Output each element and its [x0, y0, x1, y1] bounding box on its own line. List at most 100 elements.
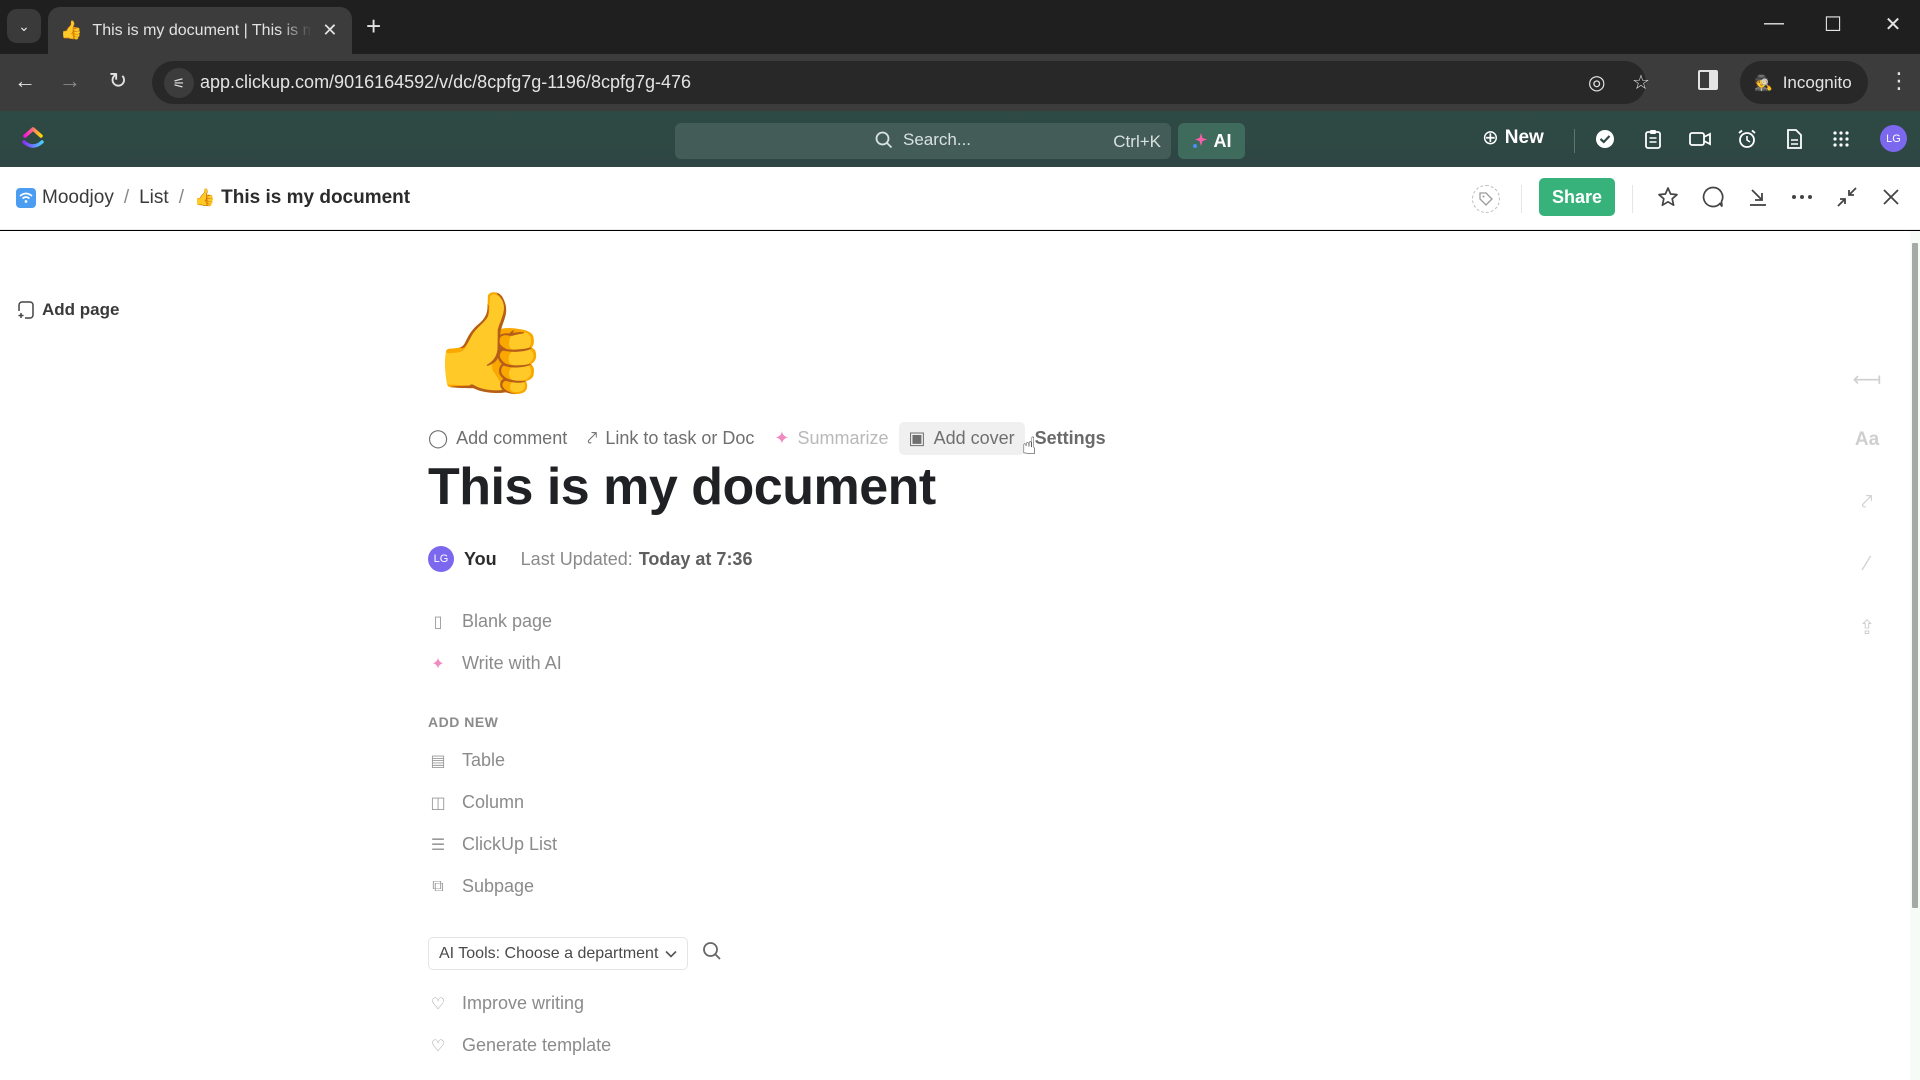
- table-icon: ▤: [430, 752, 446, 770]
- video-icon[interactable]: [1688, 127, 1712, 151]
- thumbs-up-icon: 👍: [193, 188, 216, 207]
- settings-button[interactable]: Settings: [1025, 422, 1116, 455]
- user-avatar[interactable]: LG: [1880, 125, 1907, 152]
- add-page-icon: [18, 301, 34, 319]
- browser-toolbar: ← → ↻ ⚟ app.clickup.com/9016164592/v/dc/…: [0, 54, 1920, 111]
- check-circle-icon[interactable]: [1593, 127, 1617, 151]
- more-options-icon[interactable]: [1787, 182, 1817, 212]
- clipboard-icon[interactable]: [1641, 127, 1665, 151]
- add-subpage-option[interactable]: ⧉ Subpage: [428, 876, 534, 897]
- breadcrumb-space[interactable]: Moodjoy: [42, 187, 114, 209]
- close-doc-icon[interactable]: [1876, 182, 1906, 212]
- window-close-icon[interactable]: ✕: [1873, 12, 1913, 37]
- incognito-icon: 🕵: [1754, 74, 1773, 92]
- global-search[interactable]: Search... Ctrl+K: [675, 123, 1171, 159]
- add-comment-label: Add comment: [456, 428, 568, 448]
- document-icon[interactable]: [1782, 127, 1806, 151]
- breadcrumb: Moodjoy / List / 👍 This is my document: [16, 187, 410, 209]
- divider: [1521, 185, 1522, 213]
- subpage-label: Subpage: [462, 876, 535, 896]
- search-shortcut: Ctrl+K: [1113, 132, 1161, 151]
- ai-button[interactable]: AI: [1178, 123, 1245, 159]
- scrollbar-thumb[interactable]: [1912, 243, 1918, 908]
- summarize-button[interactable]: ✦ Summarize: [764, 422, 898, 455]
- breadcrumb-current-doc[interactable]: This is my document: [221, 187, 410, 209]
- browser-tab[interactable]: 👍 This is my document | This is my docum…: [48, 7, 352, 54]
- lightbulb-icon: ♡: [430, 995, 446, 1013]
- export-icon[interactable]: ⇪: [1852, 615, 1882, 640]
- new-button[interactable]: ⊕ New: [1482, 125, 1544, 150]
- favorite-star-icon[interactable]: [1653, 182, 1683, 212]
- site-info-icon[interactable]: ⚟: [164, 68, 194, 98]
- write-with-ai-label: Write with AI: [462, 653, 562, 673]
- incognito-label: Incognito: [1782, 72, 1852, 92]
- back-icon[interactable]: ←: [10, 68, 40, 94]
- link-to-task-button[interactable]: ⤤ Link to task or Doc: [577, 422, 764, 455]
- reload-icon[interactable]: ↻: [103, 68, 133, 94]
- maximize-icon[interactable]: ☐: [1813, 12, 1853, 37]
- ai-tools-search-icon[interactable]: [702, 941, 722, 967]
- forward-icon[interactable]: →: [55, 68, 85, 94]
- doc-icon-thumbs-up[interactable]: 👍: [428, 287, 550, 397]
- doc-title[interactable]: This is my document: [428, 457, 936, 517]
- font-icon[interactable]: Aa: [1852, 429, 1882, 451]
- improve-writing-option[interactable]: ♡ Improve writing: [428, 993, 584, 1014]
- doc-actions-bar: ◯ Add comment ⤤ Link to task or Doc ✦ Su…: [428, 422, 1116, 455]
- author-avatar[interactable]: LG: [428, 546, 454, 572]
- sparkle-icon: ✦: [774, 428, 790, 448]
- doc-meta: LG You Last Updated: Today at 7:36: [428, 546, 752, 572]
- last-updated-value: Today at 7:36: [638, 548, 753, 569]
- ai-sparkle-icon: ✦: [431, 655, 445, 673]
- chevron-down-icon: [665, 950, 677, 958]
- close-tab-icon[interactable]: ✕: [322, 20, 337, 41]
- tab-list-button[interactable]: ⌄: [7, 9, 41, 43]
- clickup-list-label: ClickUp List: [462, 834, 558, 854]
- tag-button[interactable]: [1472, 185, 1500, 213]
- new-label: New: [1504, 126, 1544, 148]
- breadcrumb-list[interactable]: List: [139, 187, 169, 209]
- minimize-icon[interactable]: —: [1754, 12, 1794, 35]
- list-icon: ☰: [430, 836, 446, 854]
- link-icon[interactable]: ⤤: [1852, 491, 1882, 514]
- comment-icon: ◯: [428, 428, 449, 448]
- apps-grid-icon[interactable]: [1829, 127, 1853, 151]
- settings-label: Settings: [1034, 428, 1106, 448]
- minimize-view-icon[interactable]: [1832, 182, 1862, 212]
- share-button[interactable]: Share: [1539, 178, 1615, 216]
- new-tab-button[interactable]: +: [366, 12, 381, 40]
- comment-icon[interactable]: [1698, 182, 1728, 212]
- add-page-button[interactable]: Add page: [18, 300, 119, 320]
- add-page-label: Add page: [42, 300, 120, 319]
- address-bar[interactable]: ⚟ app.clickup.com/9016164592/v/dc/8cpfg7…: [152, 61, 1650, 104]
- author-name: You: [464, 548, 497, 569]
- collapse-icon[interactable]: ⟻: [1852, 367, 1882, 392]
- add-cover-button[interactable]: ▣ Add cover: [898, 422, 1025, 455]
- page-scrollbar[interactable]: [1910, 231, 1920, 1080]
- ai-label: AI: [1213, 130, 1232, 151]
- ai-tools-select-value: AI Tools: Choose a department: [439, 944, 659, 962]
- add-column-option[interactable]: ◫ Column: [428, 792, 524, 813]
- eye-off-icon[interactable]: ◎: [1588, 70, 1605, 95]
- ai-sparkle-icon: [1192, 133, 1207, 148]
- lightbulb-icon: ♡: [430, 1037, 446, 1055]
- last-updated-label: Last Updated:: [520, 548, 633, 569]
- incognito-badge[interactable]: 🕵 Incognito: [1740, 61, 1868, 104]
- write-with-ai-option[interactable]: ✦ Write with AI: [428, 653, 562, 674]
- add-cover-label: Add cover: [933, 428, 1015, 448]
- column-icon: ◫: [430, 794, 446, 812]
- clickup-logo-icon[interactable]: [20, 125, 46, 151]
- url-text[interactable]: app.clickup.com/9016164592/v/dc/8cpfg7g-…: [200, 72, 691, 93]
- generate-template-option[interactable]: ♡ Generate template: [428, 1035, 611, 1056]
- ai-tools-department-select[interactable]: AI Tools: Choose a department: [428, 937, 688, 970]
- browser-menu-icon[interactable]: ⋮: [1888, 68, 1910, 94]
- blank-page-option[interactable]: ▯ Blank page: [428, 611, 552, 632]
- side-panel-icon[interactable]: [1698, 70, 1718, 90]
- clickup-topbar: Search... Ctrl+K AI ⊕ New LG: [0, 111, 1920, 167]
- add-clickup-list-option[interactable]: ☰ ClickUp List: [428, 834, 557, 855]
- bookmark-star-icon[interactable]: ☆: [1632, 70, 1650, 95]
- magic-wand-icon[interactable]: ⁄: [1852, 553, 1882, 576]
- add-comment-button[interactable]: ◯ Add comment: [428, 422, 577, 455]
- add-table-option[interactable]: ▤ Table: [428, 750, 505, 771]
- download-icon[interactable]: [1743, 182, 1773, 212]
- alarm-clock-icon[interactable]: [1735, 127, 1759, 151]
